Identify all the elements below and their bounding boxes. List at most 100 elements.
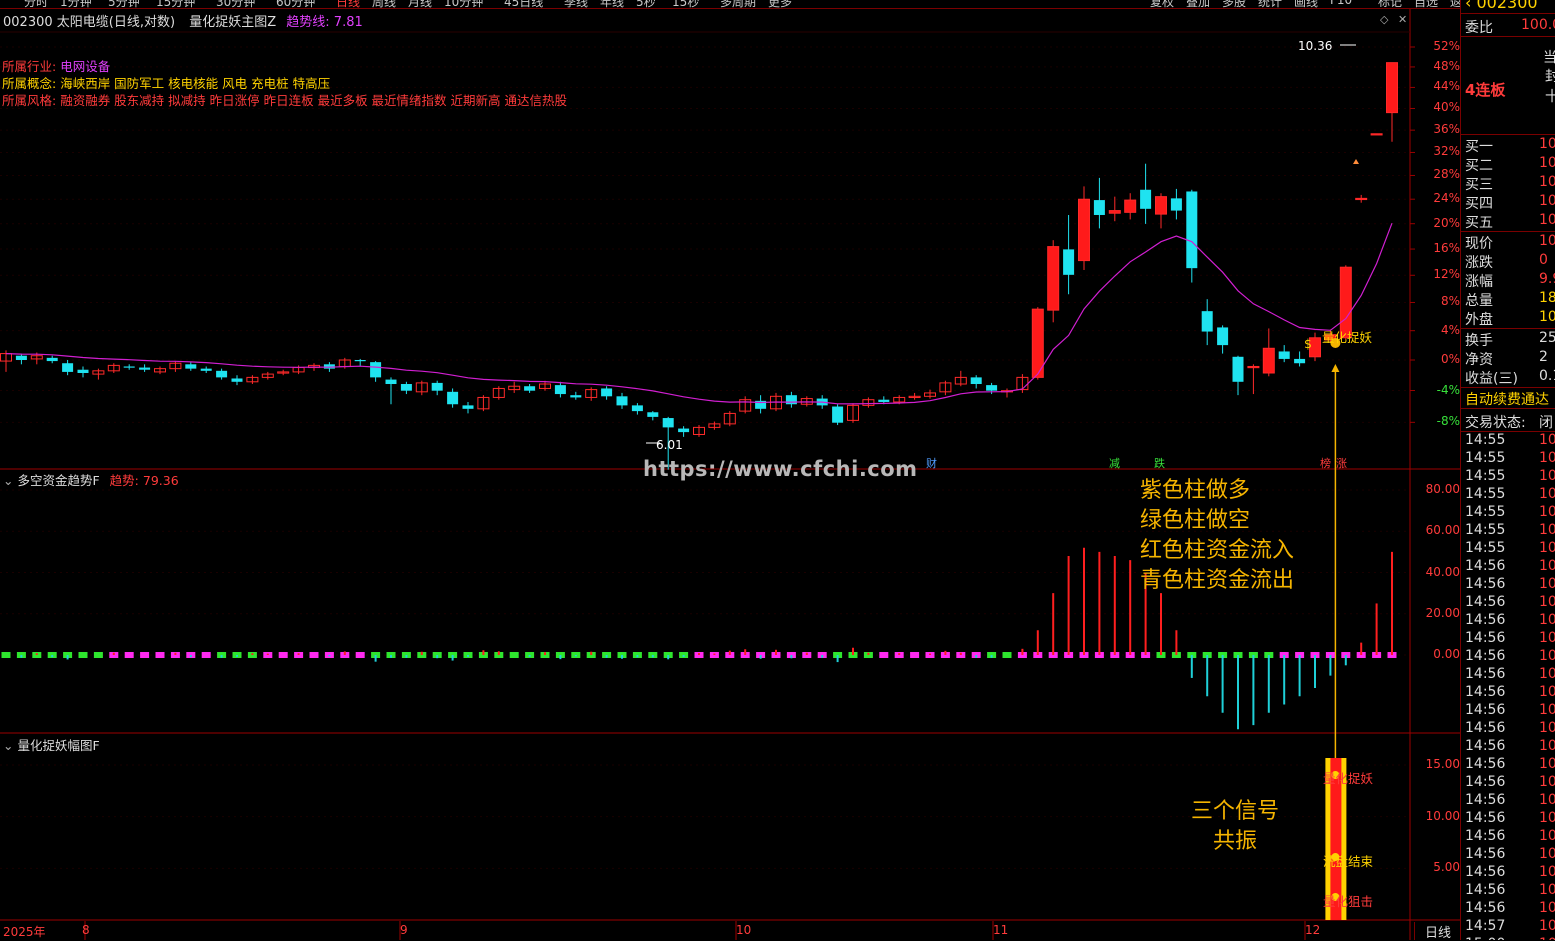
date-month-10: 10 [736,923,752,937]
industry-value: 电网设备 [60,59,111,74]
collapse-icon[interactable]: ⌄ [3,738,13,753]
tick-price: 10 [1539,648,1555,664]
weibi-value: 100.00 [1521,17,1555,33]
tick-time: 14:55 [1465,450,1506,466]
tick-row: 14:55 10 [1465,540,1555,556]
candle-body[interactable] [1201,311,1213,332]
stat-label: 涨跌 [1465,255,1493,271]
back-arrow-icon[interactable]: ‹ [1465,0,1471,12]
candle-body[interactable] [1370,133,1383,136]
candle-body[interactable] [1247,365,1260,369]
candle-body[interactable] [1232,356,1244,382]
candle-body[interactable] [662,418,674,428]
candle-body[interactable] [1262,347,1275,374]
candle-body[interactable] [1063,249,1075,275]
event-list[interactable]: 榜 [1320,455,1331,471]
event-reduce[interactable]: 减 [1109,455,1120,471]
period-button[interactable]: 日线 [1414,922,1461,941]
date-year: 2025年 [3,925,46,939]
trend-label: 趋势线: [286,15,330,30]
candle-body[interactable] [185,364,197,369]
candle-body[interactable] [970,377,982,385]
trend-square [124,652,134,658]
candle-body[interactable] [431,382,443,391]
bid-value: 10 [1539,212,1555,228]
fund-axis-label: 20.00 [1425,605,1460,620]
tick-time: 14:56 [1465,810,1506,826]
trend-square [278,652,288,658]
candle-body[interactable] [631,405,643,412]
price-axis-label: 40% [1433,100,1460,115]
signal-snipe-label: 量化狙击 [1323,894,1374,909]
candle-body[interactable] [77,369,89,374]
tick-price: 10 [1539,504,1555,520]
candle-body[interactable] [986,385,998,391]
tick-price: 10 [1539,864,1555,880]
candle-body[interactable] [601,388,613,397]
candle-body[interactable] [46,357,58,362]
candle-body[interactable] [1170,198,1182,211]
candle-body[interactable] [354,360,366,362]
candle-body[interactable] [123,366,135,368]
bid-label: 买一 [1465,139,1493,155]
fund-axis-label: 0.00 [1433,647,1460,661]
candle-body[interactable] [1155,196,1167,215]
collapse-icon[interactable]: ⌄ [3,473,13,488]
chart-mode: (日线,对数) [108,15,176,30]
candle-body[interactable] [1140,189,1152,209]
indicator-name[interactable]: 量化捉妖主图Z [189,15,276,30]
event-finance[interactable]: 财 [926,455,937,471]
candle-body[interactable] [1294,358,1306,364]
candle-body[interactable] [216,370,228,378]
tick-price: 10 [1539,846,1555,862]
fund-trend-title: ⌄ 多空资金趋势F 趋势: 79.36 [3,470,179,489]
candle-body[interactable] [370,362,382,378]
candle-body[interactable] [832,406,844,423]
candle-body[interactable] [1186,191,1198,269]
candle-body[interactable] [15,355,27,360]
tick-time: 14:56 [1465,792,1506,808]
stat-row: 现价 10 [1465,233,1555,253]
candle-body[interactable] [231,378,243,382]
candle-body[interactable] [1386,62,1398,114]
auto-fee-notice[interactable]: 自动续费通达 [1465,389,1555,409]
trade-status-value: 闭 [1539,415,1553,431]
candle-body[interactable] [139,367,151,370]
candle-body[interactable] [1078,198,1090,262]
stat-value: 9.9 [1539,271,1555,287]
date-month-8: 8 [82,923,90,937]
candle-body[interactable] [385,379,397,385]
tick-price: 10 [1539,432,1555,448]
candle-body[interactable] [400,384,412,391]
tick-row: 14:56 10 [1465,864,1555,880]
candle-body[interactable] [647,412,659,417]
candle-body[interactable] [524,386,536,391]
color-legend-annotation: 紫色柱做多 绿色柱做空 红色柱资金流入 青色柱资金流出 [1140,476,1294,596]
candle-body[interactable] [1047,246,1060,311]
candle-body[interactable] [554,385,566,395]
signal-catch-label: 量化捉妖 [1323,771,1374,786]
candle-body[interactable] [878,399,890,402]
resonance-annotation: 三个信号 共振 [1190,797,1280,857]
candle-body[interactable] [1278,351,1290,359]
candle-body[interactable] [678,428,690,433]
candle-body[interactable] [1124,199,1137,213]
candle-body[interactable] [462,405,474,409]
candle-body[interactable] [1108,210,1121,214]
event-drop[interactable]: 跌 [1154,455,1165,471]
candle-body[interactable] [785,395,797,405]
event-rise[interactable]: 涨 [1336,455,1347,471]
candle-body[interactable] [200,368,212,371]
candle-body[interactable] [1093,200,1105,215]
candle-body[interactable] [1355,197,1368,201]
tick-time: 14:57 [1465,918,1506,934]
candle-body[interactable] [447,391,459,405]
candle-body[interactable] [62,363,74,372]
candle-body[interactable] [616,396,628,406]
diamond-icon[interactable]: ◇ [1380,13,1388,26]
tick-time: 14:56 [1465,864,1506,880]
candle-body[interactable] [570,395,582,398]
signal-axis-label: 10.00 [1425,808,1460,823]
close-icon[interactable]: ✕ [1398,13,1407,26]
candle-body[interactable] [1217,327,1229,346]
